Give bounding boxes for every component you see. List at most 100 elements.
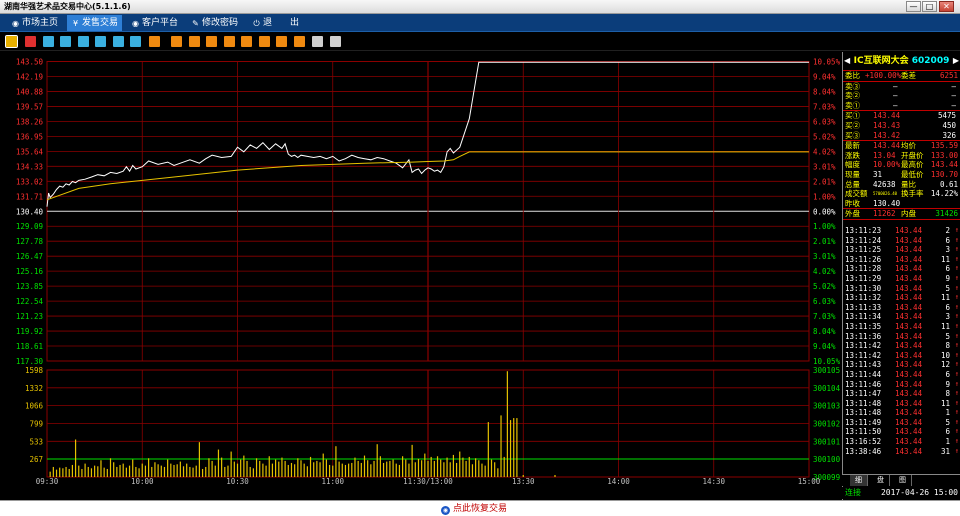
pct-tick-label: 4.02% <box>813 267 836 276</box>
tick-time: 13:11:28 <box>845 264 882 274</box>
volume-tick-label: 1332 <box>25 384 43 393</box>
tick-price: 143.44 <box>895 321 923 331</box>
tick-price: 143.44 <box>895 398 923 408</box>
tick-time: 13:11:33 <box>845 302 882 312</box>
f3-icon[interactable] <box>189 36 200 47</box>
price-tick-label: 122.54 <box>16 297 44 306</box>
price-tick-label: 129.09 <box>16 222 43 231</box>
maximize-button[interactable]: □ <box>922 1 937 12</box>
stat-row: 现量 31 最低价 130.70 <box>845 169 958 179</box>
f7-icon[interactable] <box>259 36 270 47</box>
list-icon[interactable] <box>78 36 89 47</box>
stat-row: 总量 42638 量比 0.61 <box>845 179 958 189</box>
report-icon[interactable] <box>60 36 71 47</box>
timeshare-chart[interactable]: 143.50 10.05% 142.19 9.04% 140.88 8.04% 139.57… <box>0 52 842 487</box>
up-arrow-icon: ↑ <box>954 321 959 330</box>
tick-time: 13:11:49 <box>845 417 882 427</box>
pen-icon[interactable] <box>312 36 323 47</box>
key-icon: ✎ <box>192 19 199 28</box>
tick-price: 143.44 <box>895 350 923 360</box>
menu-5[interactable]: ⏻ 退 出 <box>248 15 303 31</box>
f9-icon[interactable] <box>294 36 305 47</box>
minimize-button[interactable]: — <box>906 1 921 12</box>
close-button[interactable]: ✕ <box>939 1 954 12</box>
f2-icon[interactable] <box>171 36 182 47</box>
menu-3[interactable]: ◉ 客户平台 <box>127 15 182 31</box>
f8-icon[interactable] <box>276 36 287 47</box>
volume-right-label: 300104 <box>813 384 841 393</box>
title-bar[interactable]: 湖南华强艺术品交易中心(5.1.1.6) — □ ✕ <box>0 0 960 14</box>
time-tick-label: 11:30/13:00 <box>403 477 453 486</box>
volume-tick-label: 799 <box>29 420 43 429</box>
tick-vol: 5 <box>945 331 950 341</box>
kline-chart-icon[interactable] <box>25 36 36 47</box>
tick-time: 13:38:46 <box>845 446 882 456</box>
menu-1[interactable]: ◉ 市场主页 <box>7 15 62 31</box>
tick-time: 13:11:42 <box>845 350 882 360</box>
tick-vol: 6 <box>945 302 950 312</box>
price-tick-label: 119.92 <box>16 327 43 336</box>
f4-icon[interactable] <box>206 36 217 47</box>
panel-tab[interactable]: 图 <box>894 475 912 486</box>
exit-icon: ⏻ <box>253 19 260 28</box>
tick-row: 13:11:48 143.44 1 ↑ <box>843 408 960 418</box>
up-arrow-icon: ↑ <box>954 331 959 340</box>
panel-tab[interactable]: 盘 <box>872 475 890 486</box>
restore-trading-link[interactable]: ◉ 点此恢复交易 <box>441 502 507 516</box>
coin-icon: ¥ <box>72 19 79 28</box>
tick-vol: 5 <box>945 283 950 293</box>
tick-price: 143.44 <box>895 312 923 322</box>
tick-list[interactable]: 13:11:23 143.44 2 ↑ 13:11:24 143.44 6 ↑ 13:11:25… <box>843 226 960 456</box>
price-tick-label: 117.30 <box>16 357 44 366</box>
stock-header: ◀ IC互联网大会 602009 ▶ <box>843 52 960 70</box>
f5-icon[interactable] <box>224 36 235 47</box>
pct-tick-label: 3.01% <box>813 162 836 171</box>
next-stock-arrow-icon[interactable]: ▶ <box>953 52 959 70</box>
tick-price: 143.44 <box>895 302 923 312</box>
tick-row: 13:11:50 143.44 6 ↑ <box>843 427 960 437</box>
up-arrow-icon: ↑ <box>954 446 959 455</box>
volume-tick-label: 533 <box>29 437 43 446</box>
time-tick-label: 11:00 <box>321 477 344 486</box>
volume-right-label: 300101 <box>813 437 840 446</box>
menu-label: 发售交易 <box>82 18 119 28</box>
tick-time: 13:11:25 <box>845 245 882 255</box>
stock-name: IC互联网大会 <box>853 56 909 66</box>
tick-row: 13:11:42 143.44 8 ↑ <box>843 341 960 351</box>
f1-icon[interactable] <box>149 36 160 47</box>
tick-price: 143.44 <box>895 283 923 293</box>
tick-time: 13:11:46 <box>845 379 882 389</box>
pct-tick-label: 3.01% <box>813 252 836 261</box>
chart-canvas: 143.50 10.05% 142.19 9.04% 140.88 8.04% 139.57… <box>16 58 841 487</box>
up-arrow-icon: ↑ <box>954 235 959 244</box>
panel-tab[interactable]: 细 <box>850 475 868 486</box>
up-arrow-icon: ↑ <box>954 283 959 292</box>
price-tick-label: 138.26 <box>16 117 44 126</box>
tick-time: 13:11:48 <box>845 408 882 418</box>
menu-label: 市场主页 <box>22 18 59 28</box>
volume-tick-label: 1598 <box>25 366 44 375</box>
f6-icon[interactable] <box>241 36 252 47</box>
price-tick-label: 126.47 <box>16 252 43 261</box>
prev-stock-arrow-icon[interactable]: ◀ <box>844 52 850 70</box>
grid-icon[interactable] <box>95 36 106 47</box>
menu-2[interactable]: ¥ 发售交易 <box>67 15 123 31</box>
tick-price: 143.44 <box>895 245 923 255</box>
info-icon[interactable] <box>130 36 141 47</box>
menu-4[interactable]: ✎ 修改密码 <box>187 15 242 31</box>
tick-row: 13:11:23 143.44 2 ↑ <box>843 226 960 236</box>
candle-chart-icon[interactable] <box>43 36 54 47</box>
window-title: 湖南华强艺术品交易中心(5.1.1.6) <box>4 2 131 11</box>
tick-price: 143.44 <box>895 360 923 370</box>
globe-icon: ◉ <box>132 19 139 28</box>
table-icon[interactable] <box>113 36 124 47</box>
buy-row: 买① 143.44 5475 <box>845 111 956 121</box>
price-tick-label: 135.64 <box>16 147 44 156</box>
tick-price: 143.44 <box>895 446 923 456</box>
pct-tick-label: 2.01% <box>813 237 836 246</box>
gear-icon[interactable] <box>330 36 341 47</box>
timeshare-chart-icon[interactable] <box>5 35 18 48</box>
pct-tick-label: 9.04% <box>813 72 836 81</box>
up-arrow-icon: ↑ <box>954 245 959 254</box>
sell-book: 卖③ — — 卖② — — 卖① — — <box>843 82 960 111</box>
